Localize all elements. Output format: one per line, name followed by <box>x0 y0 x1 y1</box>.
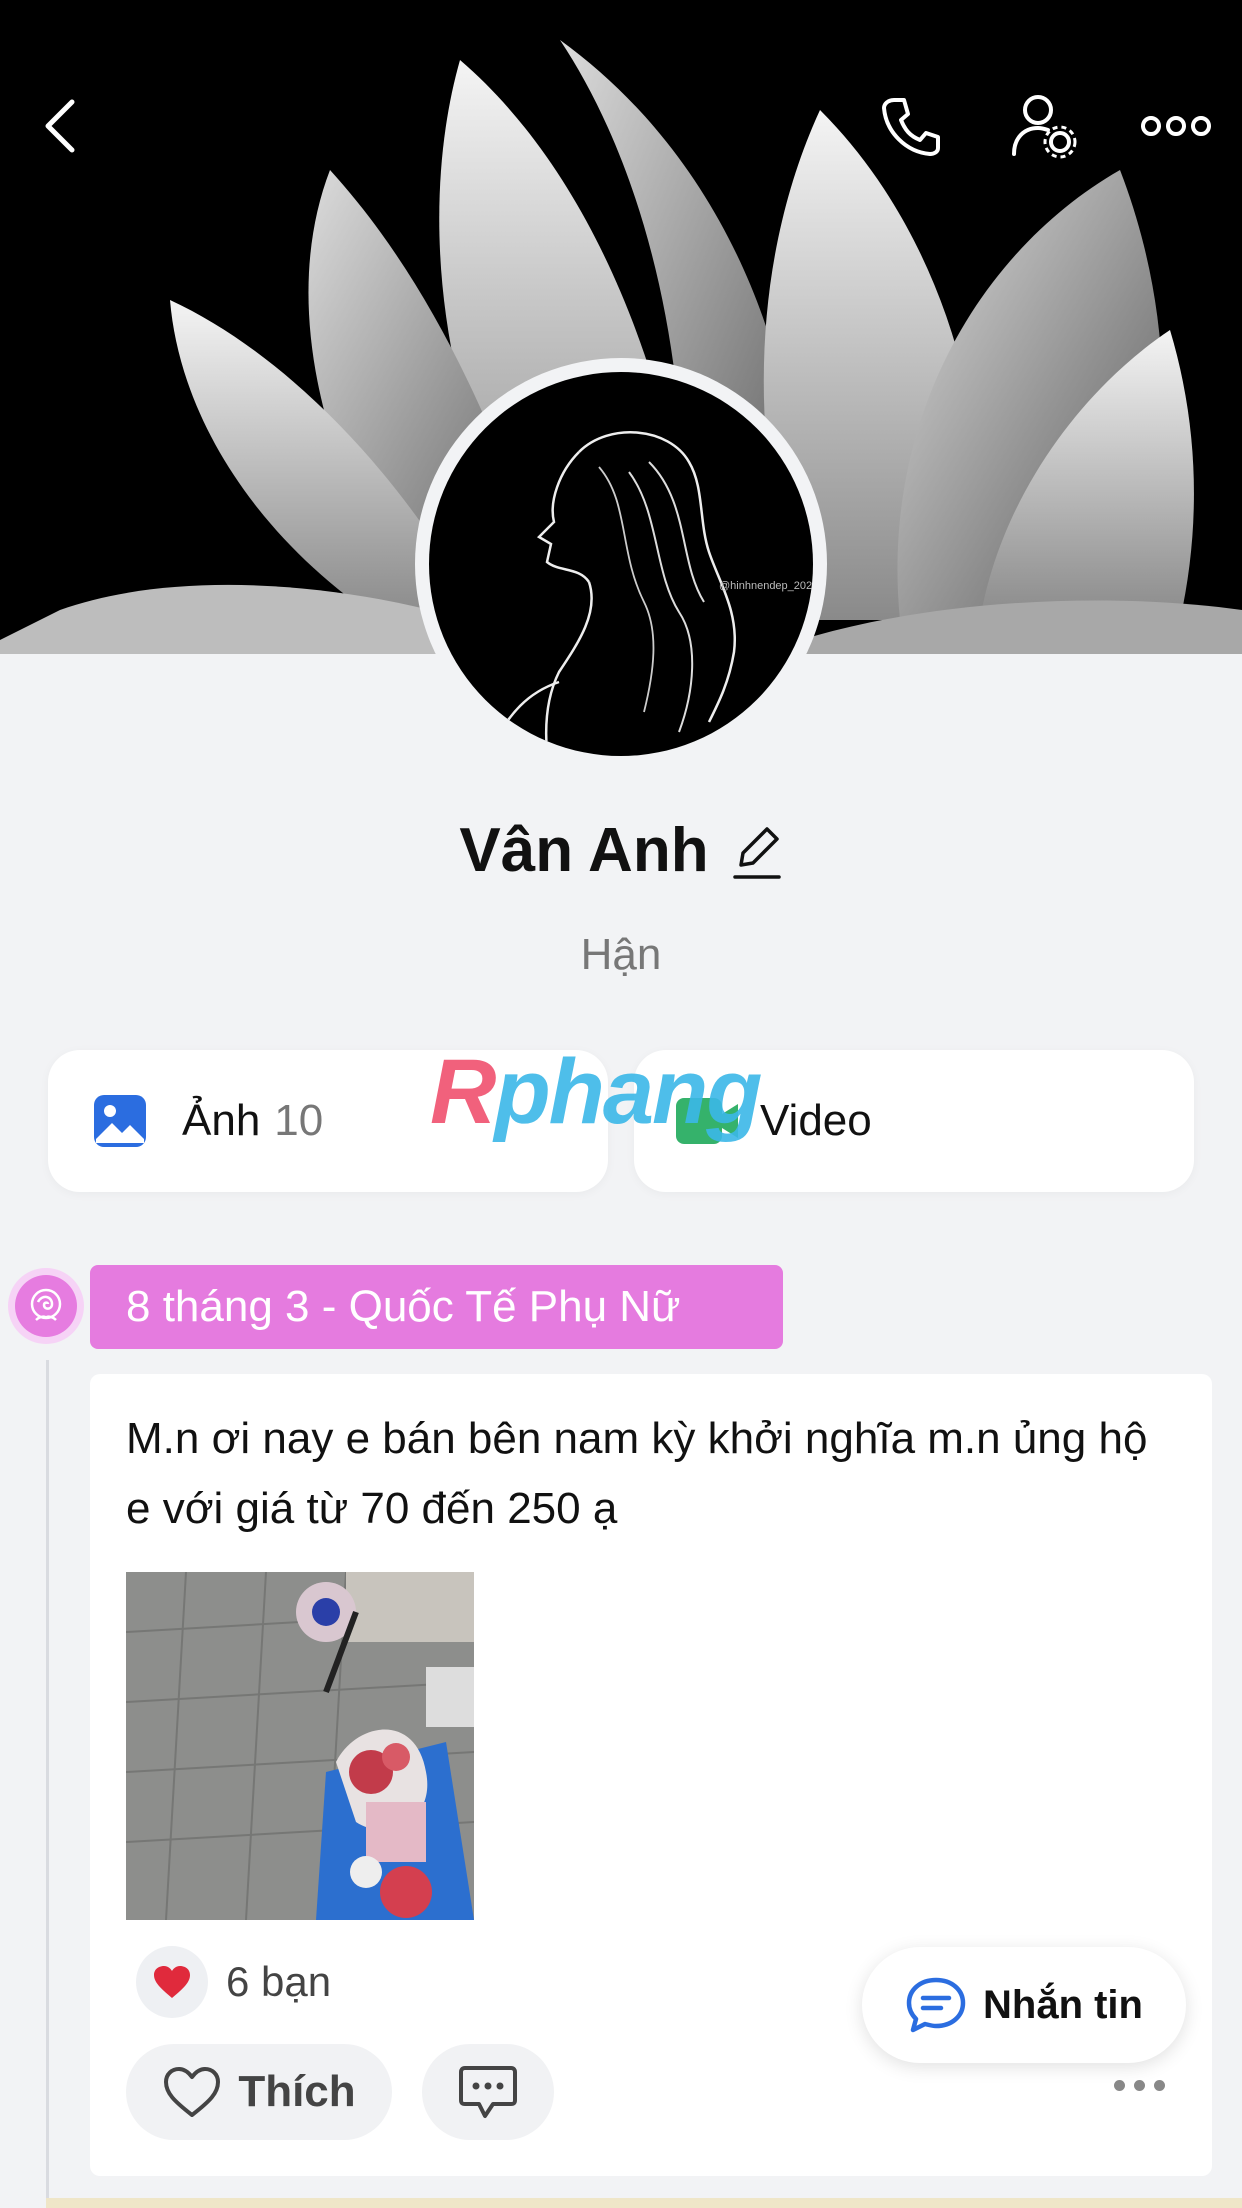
photo-icon <box>94 1095 146 1147</box>
pencil-icon[interactable] <box>731 821 783 881</box>
timeline-line <box>46 1360 49 2208</box>
call-button[interactable] <box>872 86 952 166</box>
next-post-edge <box>46 2198 1242 2208</box>
like-button[interactable]: Thích <box>126 2044 392 2140</box>
flower-stall-image <box>126 1572 474 1920</box>
event-tag[interactable]: 8 tháng 3 - Quốc Tế Phụ Nữ <box>90 1265 783 1349</box>
heart-reaction <box>136 1946 208 2018</box>
top-bar <box>0 0 1242 260</box>
site-watermark: Rphang <box>430 1041 762 1143</box>
post-text: M.n ơi nay e bán bên nam kỳ khởi nghĩa m… <box>126 1414 1148 1533</box>
event-badge <box>8 1268 84 1344</box>
profile-settings-button[interactable] <box>1004 86 1084 166</box>
more-horizontal-icon <box>1141 116 1211 136</box>
avatar-silhouette-image <box>487 431 737 753</box>
heart-icon <box>154 1966 190 1998</box>
profile-name-row: Vân Anh <box>0 815 1242 886</box>
comment-icon <box>459 2066 517 2118</box>
photos-count: 10 <box>274 1096 324 1145</box>
profile-status: Hận <box>580 930 662 979</box>
comment-button[interactable] <box>422 2044 554 2140</box>
profile-name: Vân Anh <box>459 816 709 885</box>
post-photo[interactable] <box>126 1572 474 1920</box>
photos-label: Ảnh <box>182 1096 261 1145</box>
message-button[interactable]: Nhắn tin <box>862 1947 1186 2063</box>
heart-outline-icon <box>164 2067 221 2117</box>
avatar-watermark: @hinhnendep_2024 <box>719 580 813 592</box>
message-label: Nhắn tin <box>983 1982 1143 2027</box>
user-gear-icon <box>1012 95 1077 159</box>
reaction-count: 6 bạn <box>226 1958 332 2005</box>
reactions[interactable]: 6 bạn <box>136 1946 331 2018</box>
chevron-left-icon <box>45 99 75 153</box>
more-button[interactable] <box>1136 86 1216 166</box>
avatar-frame: @hinhnendep_2024 <box>415 358 827 770</box>
back-button[interactable] <box>20 86 100 166</box>
chat-bubble-icon <box>906 1977 966 2033</box>
rose-icon <box>30 1288 62 1321</box>
videos-label: Video <box>760 1096 872 1145</box>
avatar[interactable]: @hinhnendep_2024 <box>429 372 813 756</box>
phone-icon <box>882 98 940 156</box>
post-more-button[interactable] <box>1114 2080 1165 2091</box>
like-label: Thích <box>238 2067 356 2116</box>
